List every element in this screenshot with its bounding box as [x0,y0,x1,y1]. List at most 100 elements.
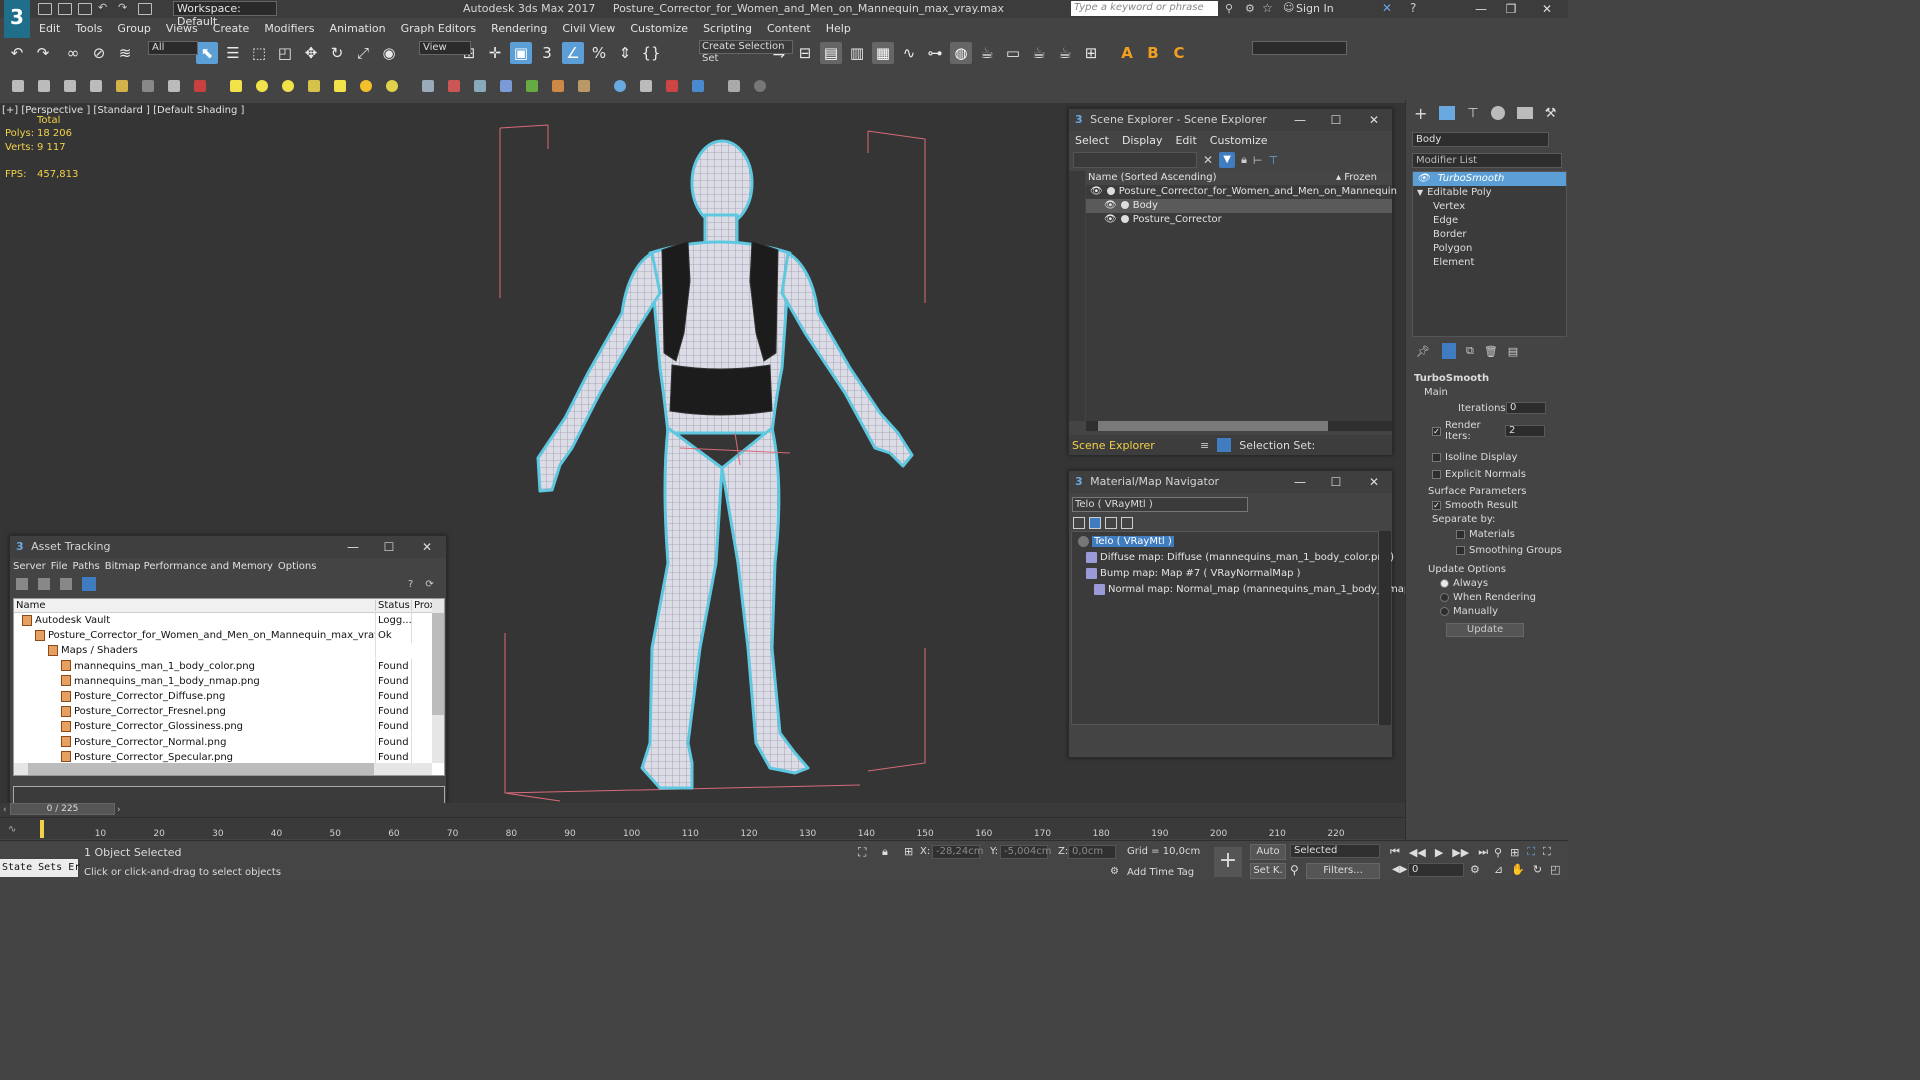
close-panel-button[interactable]: ✕ [1361,471,1387,493]
snaps-toggle-icon[interactable]: 3 [536,42,558,64]
always-radio[interactable] [1440,578,1449,588]
motion-tab-icon[interactable] [1490,106,1505,120]
menu-graph-editors[interactable]: Graph Editors [401,22,477,35]
app-logo-button[interactable]: 3 [4,0,30,38]
sphere-primitive-icon[interactable] [256,80,268,92]
auto-key-button[interactable]: Auto [1250,844,1286,860]
display-tab-icon[interactable] [1516,107,1533,119]
asset-row[interactable]: Posture_Corrector_Diffuse.png Found [14,689,444,705]
cylinder-primitive-icon[interactable] [308,80,320,92]
menu-edit[interactable]: Edit [39,22,60,35]
menu-civil-view[interactable]: Civil View [562,22,615,35]
hierarchy-tab-icon[interactable]: ⊤ [1467,106,1478,121]
render-iterative-icon[interactable]: ☕ [1054,42,1076,64]
scale-icon[interactable]: ⤢ [352,42,374,64]
menu-help[interactable]: Help [826,22,851,35]
hierarchy-icon[interactable]: ⊢ [1253,154,1263,167]
modifier-stack-item[interactable]: Border [1413,228,1566,242]
modifier-stack-item[interactable]: Edge [1413,214,1566,228]
menu-content[interactable]: Content [767,22,811,35]
vray-sun-icon[interactable] [692,80,704,92]
layer-sort-icon[interactable]: ⊤ [1269,154,1279,167]
vertical-scrollbar[interactable] [432,599,444,763]
container-icon[interactable] [12,80,24,92]
asset-row[interactable]: Posture_Corrector_Normal.png Found [14,734,444,750]
modifier-stack-item[interactable]: Element [1413,256,1566,270]
scrollbar-thumb[interactable] [1098,421,1328,431]
table-view-icon[interactable] [82,577,96,591]
time-slider-thumb[interactable]: 0 / 225 [10,803,115,815]
modify-tab-icon[interactable] [1439,106,1456,120]
zoom-extents-all-icon[interactable]: ⛶ [1543,845,1551,859]
go-to-start-icon[interactable]: ⏮ [1390,845,1400,859]
layer-icon[interactable] [38,80,50,92]
brush-icon[interactable] [116,80,128,92]
add-time-tag-button[interactable]: Add Time Tag [1127,867,1194,878]
help-icon[interactable]: ? [1410,1,1416,15]
key-mode-toggle-icon[interactable]: ◀▶ [1392,864,1407,875]
next-frame-icon[interactable]: ▶▶ [1452,846,1469,859]
redo-icon[interactable]: ↷ [32,42,54,64]
selection-filter-dropdown[interactable]: All [148,41,198,55]
vray-render-icon[interactable]: B [1142,42,1164,64]
asset-row[interactable]: Posture_Corrector_Fresnel.png Found [14,704,444,720]
align-icon[interactable]: ⊟ [794,42,816,64]
pin-stack-icon[interactable]: 📌︎ [1416,345,1430,358]
scene-explorer-menu-edit[interactable]: Edit [1175,134,1196,147]
menu-group[interactable]: Group [117,22,151,35]
asset-row[interactable]: Posture_Corrector_Glossiness.png Found [14,719,444,735]
layer-list-icon[interactable] [90,80,102,92]
project-folder-icon[interactable] [138,3,152,15]
cone-primitive-icon[interactable] [334,80,346,92]
mannequin-body[interactable] [536,139,914,790]
unlink-icon[interactable]: ⊘ [88,42,110,64]
modifier-stack-item[interactable]: ▼ Editable Poly [1413,186,1566,200]
maximize-viewport-icon[interactable]: ◰ [1550,863,1560,876]
y-coordinate-field[interactable]: -5,004cm [1000,845,1051,859]
configure-sets-icon[interactable]: ▤ [1508,345,1518,358]
modifier-stack-item[interactable]: Polygon [1413,242,1566,256]
place-icon[interactable]: ◉ [378,42,400,64]
name-column-header[interactable]: Name (Sorted Ascending) [1088,171,1336,185]
ribbon-toggle-icon[interactable]: ▦ [872,42,894,64]
menu-modifiers[interactable]: Modifiers [264,22,314,35]
remove-modifier-icon[interactable]: 🗑︎ [1484,345,1498,358]
material-tree-item[interactable]: Telo ( VRayMtl ) [1072,535,1378,550]
spinner-snap-icon[interactable]: ⇕ [614,42,636,64]
subscription-icon[interactable]: ⚙ [1245,2,1255,15]
layer-explorer-icon[interactable]: ▥ [846,42,868,64]
named-selection-set-dropdown[interactable]: Create Selection Set [699,40,793,64]
geosphere-primitive-icon[interactable] [282,80,294,92]
render-preset-dropdown[interactable] [1252,41,1347,55]
layer-manager-icon[interactable] [64,80,76,92]
horizontal-scrollbar[interactable] [1086,421,1392,431]
track-bar[interactable]: ∿ 10 20 30 40 50 60 70 80 90 100 110 120 130 140 150 16… [0,817,1405,839]
set-key-icon[interactable]: + [1214,847,1242,877]
go-to-end-icon[interactable]: ⏭ [1478,845,1488,859]
asset-row[interactable]: mannequins_man_1_body_nmap.png Found [14,673,444,689]
particle-icon[interactable] [422,80,434,92]
horizontal-scrollbar[interactable] [14,763,432,775]
render-production-icon[interactable]: ☕ [1028,42,1050,64]
curve-editor-icon[interactable]: ∿ [898,42,920,64]
isolate-icon[interactable] [194,80,206,92]
material-navigator-titlebar[interactable]: 3 Material/Map Navigator — ☐ ✕ [1069,471,1392,493]
asset-path-field[interactable] [13,786,445,804]
render-in-cloud-icon[interactable]: ⊞ [1080,42,1102,64]
maxscript-listener[interactable]: State Sets Er [0,859,80,877]
menu-create[interactable]: Create [213,22,250,35]
when-rendering-radio[interactable] [1440,592,1449,602]
space-warp-icon[interactable] [448,80,460,92]
material-editor-icon[interactable]: ◍ [950,42,972,64]
link-icon[interactable]: ∞ [62,42,84,64]
x-coordinate-field[interactable]: -28,24cm [932,845,983,859]
rendered-frame-window-icon[interactable]: ▭ [1002,42,1024,64]
scene-row[interactable]: 👁︎ Body [1086,199,1392,213]
sign-in-button[interactable]: Sign In [1296,2,1334,15]
vray-asset-editor-icon[interactable]: A [1116,42,1138,64]
utilities-tab-icon[interactable]: ⚒ [1545,106,1557,121]
undo-icon[interactable]: ↶ [6,42,28,64]
tree-icon[interactable] [38,578,50,590]
menu-customize[interactable]: Customize [630,22,688,35]
smooth-result-checkbox[interactable]: ✓ [1432,500,1441,510]
